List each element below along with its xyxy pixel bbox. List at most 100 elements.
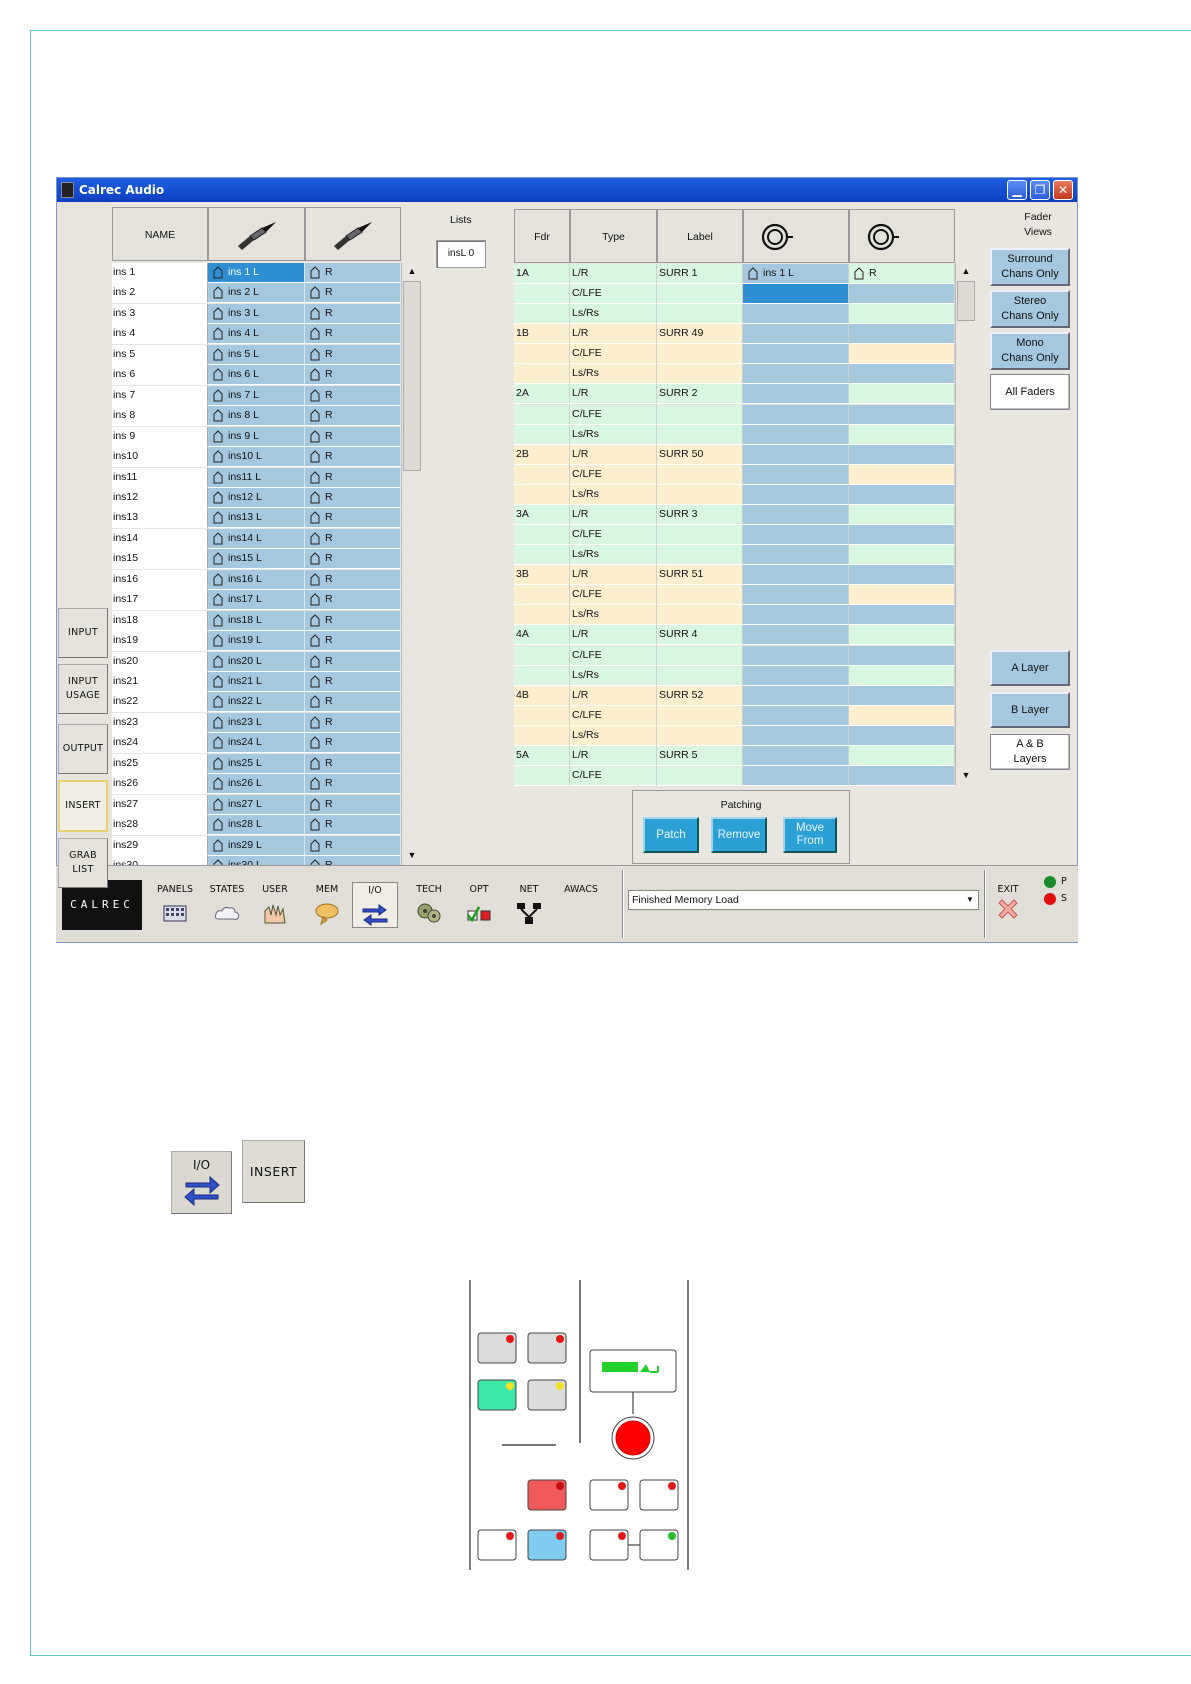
row-destination-right[interactable]: R bbox=[849, 264, 955, 284]
table-row-right-source[interactable]: R bbox=[305, 631, 401, 652]
scroll-thumb[interactable] bbox=[403, 281, 421, 471]
row-destination-right[interactable] bbox=[849, 645, 955, 666]
surround-chans-only-button[interactable]: Surround Chans Only bbox=[990, 248, 1070, 286]
table-row-right-source[interactable]: R bbox=[305, 303, 401, 324]
row-type[interactable]: Ls/Rs bbox=[570, 364, 657, 385]
row-destination-right[interactable] bbox=[849, 504, 955, 525]
row-destination-right[interactable] bbox=[849, 605, 955, 626]
row-destination-right[interactable] bbox=[849, 484, 955, 505]
table-row-right-source[interactable]: R bbox=[305, 324, 401, 345]
row-destination-left[interactable] bbox=[743, 705, 849, 726]
toolbar-states-button[interactable]: STATES bbox=[204, 884, 250, 925]
row-label[interactable] bbox=[657, 585, 743, 606]
row-destination-right[interactable] bbox=[849, 585, 955, 606]
row-fader[interactable] bbox=[514, 545, 570, 566]
table-row-name[interactable]: ins 8 bbox=[112, 406, 208, 427]
row-destination-right[interactable] bbox=[849, 766, 955, 786]
lists-value[interactable]: insL 0 bbox=[436, 240, 486, 268]
table-row-right-source[interactable]: R bbox=[305, 794, 401, 815]
row-destination-right[interactable] bbox=[849, 344, 955, 365]
row-label[interactable] bbox=[657, 284, 743, 305]
b-layer-button[interactable]: B Layer bbox=[990, 692, 1070, 728]
table-row-left-source[interactable]: ins 2 L bbox=[208, 283, 305, 304]
row-destination-right[interactable] bbox=[849, 665, 955, 686]
row-fader[interactable] bbox=[514, 424, 570, 445]
row-label[interactable]: SURR 4 bbox=[657, 625, 743, 646]
table-row-left-source[interactable]: ins 5 L bbox=[208, 344, 305, 365]
row-destination-right[interactable] bbox=[849, 444, 955, 465]
row-type[interactable]: C/LFE bbox=[570, 645, 657, 666]
row-destination-right[interactable] bbox=[849, 705, 955, 726]
restore-icon[interactable]: ❐ bbox=[1030, 180, 1050, 200]
row-type[interactable]: Ls/Rs bbox=[570, 665, 657, 686]
patch-button[interactable]: Patch bbox=[643, 817, 699, 853]
scroll-up-icon[interactable]: ▲ bbox=[402, 263, 422, 279]
row-label[interactable] bbox=[657, 464, 743, 485]
toolbar-user-button[interactable]: USER bbox=[252, 884, 298, 925]
toolbar-net-button[interactable]: NET bbox=[506, 884, 552, 925]
row-destination-right[interactable] bbox=[849, 685, 955, 706]
all-faders-button[interactable]: All Faders bbox=[990, 374, 1070, 410]
row-type[interactable]: L/R bbox=[570, 444, 657, 465]
right-table-scrollbar[interactable]: ▲ ▼ bbox=[955, 263, 976, 785]
row-type[interactable]: C/LFE bbox=[570, 344, 657, 365]
mono-chans-only-button[interactable]: Mono Chans Only bbox=[990, 332, 1070, 370]
sidebar-input-button[interactable]: INPUT bbox=[58, 608, 108, 658]
row-fader[interactable]: 1A bbox=[514, 264, 570, 284]
table-row-left-source[interactable]: ins21 L bbox=[208, 672, 305, 692]
row-fader[interactable]: 2B bbox=[514, 444, 570, 465]
table-row-name[interactable]: ins15 bbox=[112, 549, 208, 570]
table-row-name[interactable]: ins25 bbox=[112, 753, 208, 774]
table-row-right-source[interactable]: R bbox=[305, 365, 401, 386]
row-type[interactable]: C/LFE bbox=[570, 705, 657, 726]
table-row-name[interactable]: ins 4 bbox=[112, 324, 208, 345]
row-fader[interactable]: 4B bbox=[514, 685, 570, 706]
table-row-name[interactable]: ins 3 bbox=[112, 303, 208, 324]
table-row-name[interactable]: ins13 bbox=[112, 508, 208, 529]
toolbar-tech-button[interactable]: TECH bbox=[406, 884, 452, 925]
row-label[interactable] bbox=[657, 545, 743, 566]
row-fader[interactable]: 5A bbox=[514, 745, 570, 766]
row-destination-left[interactable] bbox=[743, 304, 849, 325]
table-row-name[interactable]: ins21 bbox=[112, 672, 208, 692]
table-row-right-source[interactable]: R bbox=[305, 610, 401, 631]
table-row-left-source[interactable]: ins11 L bbox=[208, 467, 305, 488]
row-destination-left[interactable] bbox=[743, 525, 849, 546]
row-destination-right[interactable] bbox=[849, 565, 955, 586]
table-row-name[interactable]: ins29 bbox=[112, 835, 208, 856]
row-type[interactable]: C/LFE bbox=[570, 464, 657, 485]
table-row-left-source[interactable]: ins 1 L bbox=[208, 263, 305, 283]
table-row-left-source[interactable]: ins 9 L bbox=[208, 426, 305, 447]
row-type[interactable]: L/R bbox=[570, 384, 657, 405]
left-table-scrollbar[interactable]: ▲ ▼ bbox=[401, 263, 422, 865]
row-label[interactable] bbox=[657, 344, 743, 365]
toolbar-mem-button[interactable]: MEM bbox=[304, 884, 350, 925]
row-destination-left[interactable] bbox=[743, 725, 849, 746]
table-row-right-source[interactable]: R bbox=[305, 344, 401, 365]
row-type[interactable]: Ls/Rs bbox=[570, 424, 657, 445]
table-row-left-source[interactable]: ins27 L bbox=[208, 794, 305, 815]
table-row-right-source[interactable]: R bbox=[305, 753, 401, 774]
a-and-b-layers-button[interactable]: A & B Layers bbox=[990, 734, 1070, 770]
table-row-left-source[interactable]: ins17 L bbox=[208, 590, 305, 611]
table-row-name[interactable]: ins20 bbox=[112, 651, 208, 672]
table-row-left-source[interactable]: ins16 L bbox=[208, 569, 305, 590]
table-row-left-source[interactable]: ins 7 L bbox=[208, 385, 305, 406]
row-label[interactable] bbox=[657, 705, 743, 726]
table-row-right-source[interactable]: R bbox=[305, 263, 401, 283]
sidebar-input-usage-button[interactable]: INPUT USAGE bbox=[58, 664, 108, 714]
table-row-right-source[interactable]: R bbox=[305, 549, 401, 570]
row-type[interactable]: Ls/Rs bbox=[570, 484, 657, 505]
row-fader[interactable] bbox=[514, 665, 570, 686]
table-row-left-source[interactable]: ins18 L bbox=[208, 610, 305, 631]
row-destination-left[interactable] bbox=[743, 504, 849, 525]
table-row-right-source[interactable]: R bbox=[305, 406, 401, 427]
row-label[interactable]: SURR 3 bbox=[657, 504, 743, 525]
stereo-chans-only-button[interactable]: Stereo Chans Only bbox=[990, 290, 1070, 328]
table-row-name[interactable]: ins 5 bbox=[112, 344, 208, 365]
row-type[interactable]: Ls/Rs bbox=[570, 725, 657, 746]
scroll-thumb[interactable] bbox=[957, 281, 975, 321]
table-row-left-source[interactable]: ins 6 L bbox=[208, 365, 305, 386]
table-row-left-source[interactable]: ins25 L bbox=[208, 753, 305, 774]
row-label[interactable] bbox=[657, 645, 743, 666]
